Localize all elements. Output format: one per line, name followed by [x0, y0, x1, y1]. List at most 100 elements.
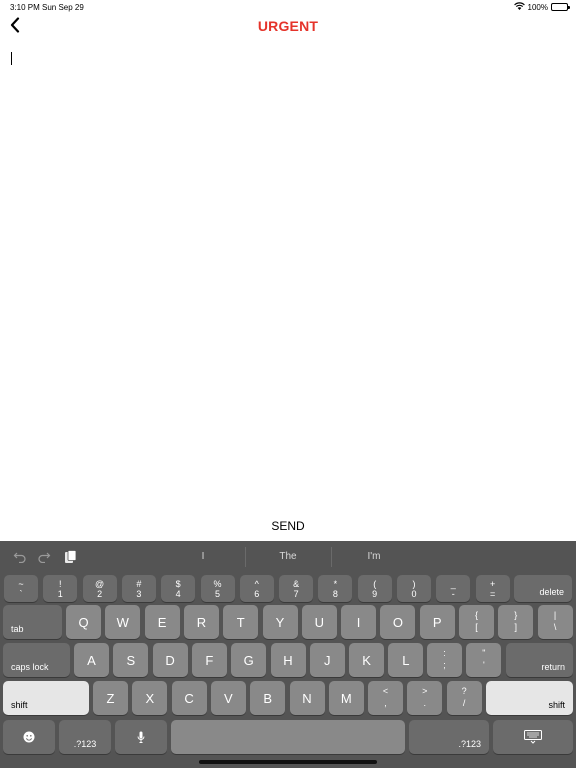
letter-key-x[interactable]: X	[132, 681, 168, 715]
number-key[interactable]: ~ `	[4, 575, 38, 602]
home-indicator[interactable]	[199, 760, 377, 764]
letter-key-z[interactable]: Z	[93, 681, 128, 715]
key-letter: F	[205, 652, 214, 668]
numbers-key-left[interactable]: .?123	[59, 720, 111, 754]
delete-key-label: delete	[539, 587, 564, 597]
key-symbol-top: "	[482, 648, 486, 658]
page-title: URGENT	[257, 18, 319, 34]
letter-key-p[interactable]: P	[419, 605, 455, 639]
letter-key-s[interactable]: S	[113, 643, 149, 677]
undo-icon[interactable]	[11, 548, 29, 566]
number-key[interactable]: % 5	[200, 575, 235, 602]
key-symbol-bottom: -	[451, 589, 455, 599]
status-right: 100%	[513, 2, 570, 12]
microphone-icon	[115, 720, 167, 754]
suggestion-2[interactable]: The	[248, 541, 328, 573]
key-letter: B	[263, 690, 273, 706]
key-symbol-bottom: =	[489, 589, 496, 599]
key-letter: Y	[275, 614, 285, 630]
letter-key-t[interactable]: T	[223, 605, 259, 639]
message-text-area[interactable]	[0, 44, 576, 510]
key-letter: A	[87, 652, 96, 668]
shift-key-right[interactable]: shift	[486, 681, 573, 715]
symbol-key[interactable]: | \	[537, 605, 573, 639]
key-letter: G	[243, 652, 254, 668]
send-button[interactable]: SEND	[248, 516, 328, 536]
key-symbol-bottom: 7	[293, 589, 299, 599]
key-symbol-top: ~	[18, 579, 24, 589]
suggestion-1[interactable]: I	[163, 541, 243, 573]
key-letter: M	[340, 690, 352, 706]
letter-key-v[interactable]: V	[210, 681, 246, 715]
letter-key-r[interactable]: R	[183, 605, 219, 639]
letter-key-g[interactable]: G	[231, 643, 267, 677]
letter-key-a[interactable]: A	[74, 643, 109, 677]
number-key[interactable]: + =	[475, 575, 510, 602]
shift-key-label: shift	[548, 700, 565, 710]
key-letter: H	[283, 652, 293, 668]
on-screen-keyboard: I The I'm ~ `! 1 @2 #3 $4% 5 ^ 6 & 7 * 8(9) 0 _ - + = dele…	[0, 541, 576, 768]
tab-key[interactable]: tab	[3, 605, 62, 639]
letter-key-h[interactable]: H	[270, 643, 306, 677]
symbol-key[interactable]: {[	[459, 605, 494, 639]
letter-key-c[interactable]: C	[171, 681, 207, 715]
letter-key-u[interactable]: U	[301, 605, 337, 639]
letter-key-o[interactable]: O	[380, 605, 416, 639]
symbol-key[interactable]: ? /	[446, 681, 482, 715]
number-key[interactable]: ^ 6	[239, 575, 274, 602]
key-letter: C	[184, 690, 194, 706]
number-key[interactable]: ) 0	[397, 575, 431, 602]
letter-key-q[interactable]: Q	[66, 605, 101, 639]
number-key[interactable]: @2	[82, 575, 117, 602]
symbol-key[interactable]: :;	[427, 643, 462, 677]
key-symbol-top: *	[333, 579, 338, 589]
symbol-key[interactable]: >.	[407, 681, 443, 715]
symbol-key[interactable]: }]	[498, 605, 534, 639]
keyboard-dismiss-icon	[493, 720, 573, 754]
key-letter: X	[145, 690, 155, 706]
letter-key-l[interactable]: L	[388, 643, 424, 677]
caps-lock-key[interactable]: caps lock	[3, 643, 70, 677]
status-date: Sun Sep 29	[42, 3, 84, 12]
redo-icon[interactable]	[35, 548, 53, 566]
dictation-key[interactable]	[115, 720, 167, 754]
number-key[interactable]: ! 1	[43, 575, 78, 602]
key-letter: D	[165, 652, 175, 668]
return-key[interactable]: return	[506, 643, 573, 677]
letter-key-y[interactable]: Y	[262, 605, 298, 639]
number-key[interactable]: $4	[161, 575, 196, 602]
numbers-key-right[interactable]: .?123	[409, 720, 489, 754]
battery-percent: 100%	[527, 2, 548, 12]
letter-key-i[interactable]: I	[341, 605, 377, 639]
symbol-key[interactable]: <,	[368, 681, 403, 715]
key-symbol-top: <	[382, 686, 389, 696]
number-key[interactable]: _ -	[436, 575, 471, 602]
number-key[interactable]: (9	[357, 575, 392, 602]
space-key[interactable]	[171, 720, 405, 754]
keyboard-dismiss-key[interactable]	[493, 720, 573, 754]
letter-key-j[interactable]: J	[309, 643, 345, 677]
key-symbol-bottom: 6	[254, 589, 260, 599]
number-key[interactable]: #3	[121, 575, 156, 602]
letter-key-d[interactable]: D	[152, 643, 188, 677]
key-letter: T	[236, 614, 245, 630]
letter-key-w[interactable]: W	[105, 605, 141, 639]
letter-key-e[interactable]: E	[144, 605, 180, 639]
letter-key-b[interactable]: B	[250, 681, 286, 715]
number-key[interactable]: * 8	[318, 575, 353, 602]
letter-key-n[interactable]: N	[289, 681, 325, 715]
suggestion-3[interactable]: I'm	[334, 541, 414, 573]
key-symbol-top: |	[553, 610, 557, 620]
shift-key-left[interactable]: shift	[3, 681, 89, 715]
emoji-key[interactable]	[3, 720, 55, 754]
key-symbol-bottom: .	[423, 698, 427, 708]
letter-key-m[interactable]: M	[328, 681, 364, 715]
number-key[interactable]: & 7	[279, 575, 314, 602]
key-letter: J	[324, 652, 331, 668]
letter-key-f[interactable]: F	[191, 643, 227, 677]
paste-icon[interactable]	[61, 548, 79, 566]
delete-key[interactable]: delete	[514, 575, 572, 602]
letter-key-k[interactable]: K	[349, 643, 385, 677]
shift-key-label: shift	[11, 700, 28, 710]
symbol-key[interactable]: " '	[466, 643, 502, 677]
